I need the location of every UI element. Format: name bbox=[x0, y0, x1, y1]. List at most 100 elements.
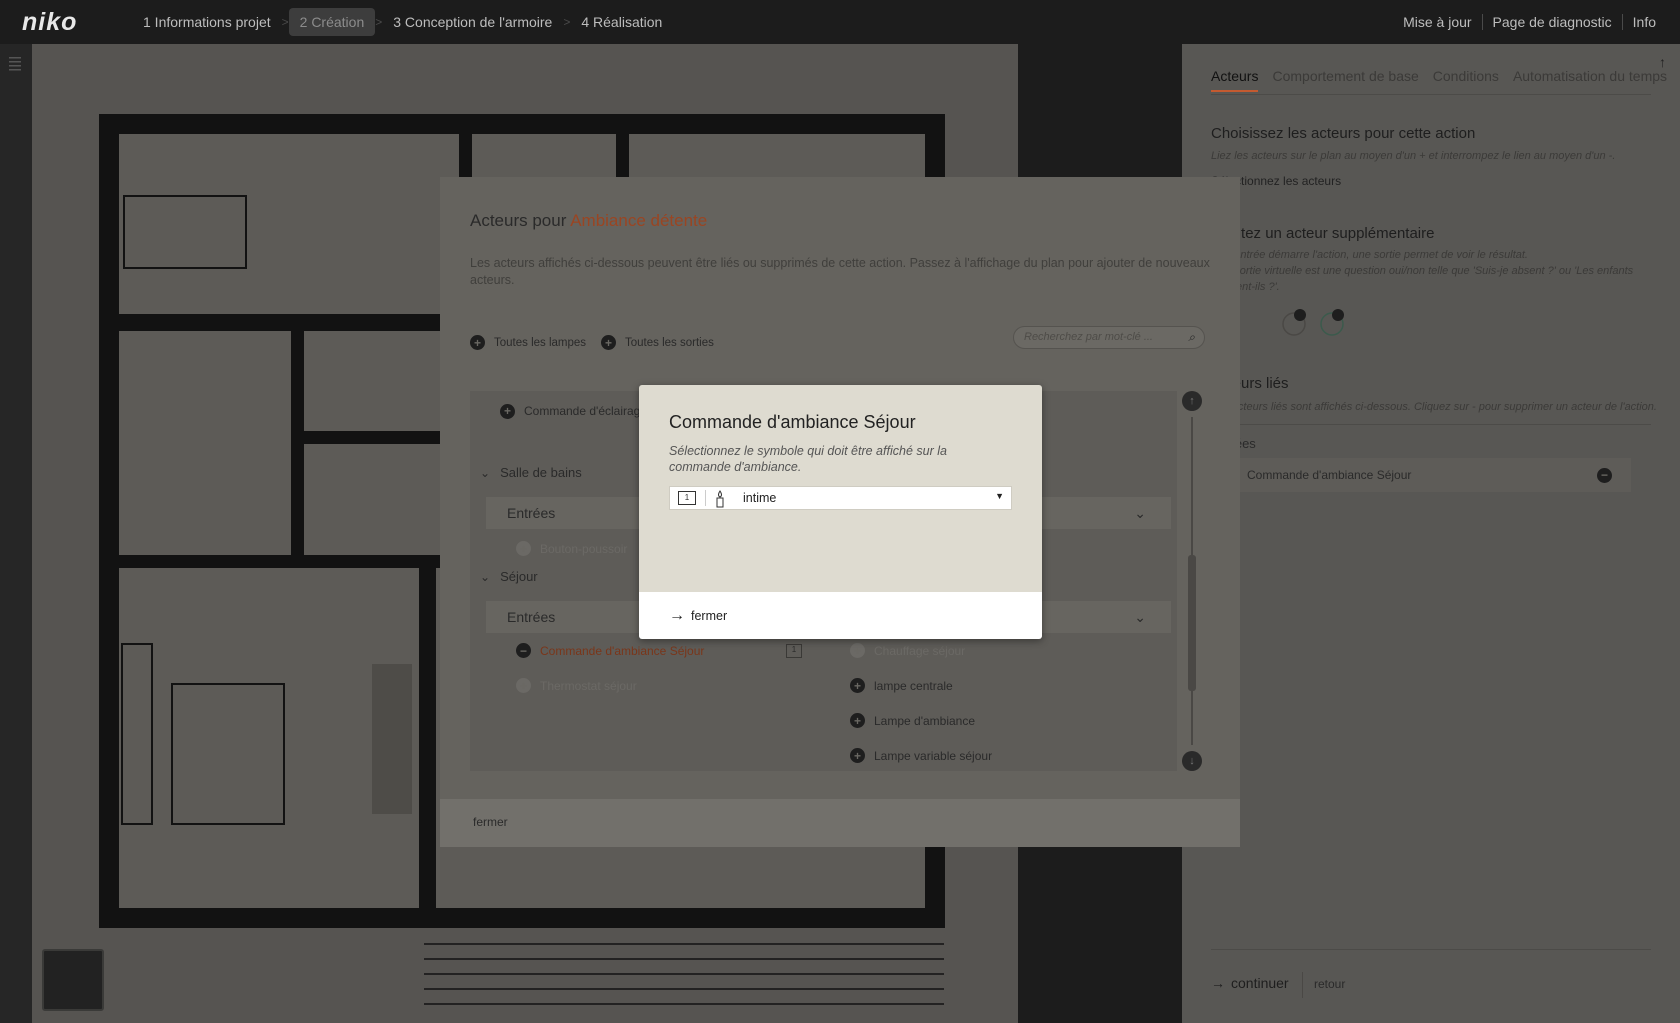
list-item: + Thermostat séjour bbox=[516, 678, 637, 693]
top-right-links: Mise à jour Page de diagnostic Info bbox=[1393, 0, 1666, 44]
modal-footer: fermer bbox=[440, 799, 1240, 847]
out-lamp-dim-label: Lampe variable séjour bbox=[874, 748, 993, 763]
plus-icon[interactable]: + bbox=[850, 713, 865, 728]
modal-title: Acteurs pour Ambiance détente bbox=[470, 211, 707, 231]
tab-basic-behaviour[interactable]: Comportement de base bbox=[1272, 68, 1418, 92]
chevron-down-icon: ⌄ bbox=[480, 569, 491, 584]
filter-all-lamps[interactable]: + Toutes les lampes bbox=[470, 335, 586, 350]
divider bbox=[1211, 424, 1651, 425]
room-living[interactable]: ⌄ Séjour bbox=[480, 569, 538, 584]
top-navigation-bar: niko 1 Informations projet > 2 Création … bbox=[0, 0, 1680, 44]
minus-icon[interactable]: − bbox=[516, 643, 531, 658]
out-heating-label: Chauffage séjour bbox=[874, 643, 966, 658]
plus-icon[interactable]: + bbox=[850, 678, 865, 693]
niko-logo: niko bbox=[22, 7, 78, 36]
dialog-subtitle: Sélectionnez le symbole qui doit être af… bbox=[669, 444, 947, 474]
linked-actors-subtitle: Les acteurs liés sont affichés ci-dessou… bbox=[1211, 401, 1657, 413]
chevron-right-icon: > bbox=[563, 15, 571, 29]
modal-title-action: Ambiance détente bbox=[570, 211, 708, 230]
chevron-down-icon: ⌄ bbox=[1134, 504, 1146, 521]
search-icon[interactable]: ⌕ bbox=[1188, 330, 1195, 345]
continue-label: continuer bbox=[1231, 975, 1289, 991]
list-scrollbar[interactable]: ↑ ↓ bbox=[1182, 391, 1202, 771]
scroll-thumb[interactable] bbox=[1188, 555, 1196, 691]
room-living-label: Séjour bbox=[500, 569, 538, 584]
update-link[interactable]: Mise à jour bbox=[1393, 14, 1481, 30]
arrow-right-icon: → bbox=[1211, 975, 1225, 991]
plus-icon: + bbox=[516, 678, 531, 693]
dialog-body: Commande d'ambiance Séjour Sélectionnez … bbox=[639, 385, 1042, 592]
add-actor-subtitle-1: Une entrée démarre l'action, une sortie … bbox=[1211, 249, 1528, 261]
remove-actor-icon[interactable]: − bbox=[1597, 467, 1612, 483]
ambiance-command-icon: 1 bbox=[786, 643, 802, 658]
plus-icon[interactable]: + bbox=[500, 403, 515, 419]
caret-down-icon[interactable]: ▼ bbox=[995, 491, 1004, 501]
chevron-right-icon: > bbox=[375, 15, 383, 29]
left-toolbar bbox=[0, 44, 32, 1023]
filter-all-lamps-label: Toutes les lampes bbox=[494, 336, 587, 349]
out-lamp-central-label: lampe centrale bbox=[874, 678, 953, 693]
plus-icon[interactable]: + bbox=[850, 748, 865, 763]
continue-button[interactable]: → continuer bbox=[1211, 975, 1289, 991]
filter-all-outputs[interactable]: + Toutes les sorties bbox=[601, 335, 714, 350]
plus-icon: + bbox=[470, 335, 485, 350]
list-item[interactable]: + lampe centrale bbox=[850, 678, 953, 693]
chevron-down-icon: ⌄ bbox=[480, 465, 491, 480]
plus-icon: + bbox=[601, 335, 616, 350]
living-command-label: Commande d'ambiance Séjour bbox=[540, 643, 705, 658]
diagnostic-link[interactable]: Page de diagnostic bbox=[1483, 14, 1622, 30]
divider bbox=[1302, 972, 1303, 998]
search-input[interactable]: Recherchez par mot-clé ... ⌕ bbox=[1013, 326, 1205, 349]
dialog-title: Commande d'ambiance Séjour bbox=[669, 412, 916, 432]
add-actor-icons[interactable] bbox=[1272, 304, 1352, 340]
dialog-close-button[interactable]: fermer bbox=[691, 609, 727, 623]
plus-icon: + bbox=[850, 643, 865, 658]
linked-actor-label: Commande d'ambiance Séjour bbox=[1247, 468, 1412, 482]
list-item[interactable]: + Lampe d'ambiance bbox=[850, 713, 975, 728]
add-actor-title: Ajoutez un acteur supplémentaire bbox=[1211, 225, 1435, 242]
wizard-steps: 1 Informations projet > 2 Création > 3 C… bbox=[132, 8, 673, 36]
choose-actors-subtitle: Liez les acteurs sur le plan au moyen d'… bbox=[1211, 150, 1616, 162]
info-link[interactable]: Info bbox=[1623, 14, 1666, 30]
bathroom-inputs-label: Entrées bbox=[507, 505, 556, 521]
chevron-down-icon: ⌄ bbox=[1134, 608, 1146, 625]
dialog-footer[interactable]: → fermer bbox=[639, 592, 1042, 639]
plus-icon: + bbox=[516, 541, 531, 556]
living-thermo-label: Thermostat séjour bbox=[540, 678, 637, 693]
add-actor-subtitle-2: Une sortie virtuelle est une question ou… bbox=[1211, 265, 1634, 293]
minimap-thumbnail[interactable] bbox=[42, 949, 104, 1011]
row-command-label: Commande d'éclairage bbox=[524, 404, 648, 418]
select-actors-link[interactable]: Sélectionnez les acteurs bbox=[1211, 173, 1651, 189]
chevron-right-icon: > bbox=[281, 15, 289, 29]
inputs-heading: Entrées bbox=[1211, 436, 1651, 452]
room-bathroom[interactable]: ⌄ Salle de bains bbox=[480, 465, 582, 480]
selected-symbol: intime bbox=[743, 491, 777, 505]
symbol-select[interactable]: 1 intime ▼ bbox=[669, 486, 1012, 510]
scroll-up-icon[interactable]: ↑ bbox=[1182, 391, 1202, 411]
ambiance-symbol-dialog: Commande d'ambiance Séjour Sélectionnez … bbox=[639, 385, 1042, 639]
tab-conditions[interactable]: Conditions bbox=[1433, 68, 1499, 92]
modal-title-prefix: Acteurs pour bbox=[470, 211, 567, 230]
candle-icon bbox=[716, 490, 724, 508]
list-item[interactable]: − Commande d'ambiance Séjour 1 bbox=[516, 643, 806, 658]
tab-time-automation[interactable]: Automatisation du temps bbox=[1513, 68, 1667, 92]
step-project-info[interactable]: 1 Informations projet bbox=[132, 8, 282, 36]
scroll-top-icon[interactable]: ↑ bbox=[1659, 54, 1666, 70]
list-item: + Chauffage séjour bbox=[850, 643, 965, 658]
scroll-down-icon[interactable]: ↓ bbox=[1182, 751, 1202, 771]
modal-close-button[interactable]: fermer bbox=[473, 815, 508, 829]
step-creation[interactable]: 2 Création bbox=[288, 8, 376, 36]
divider bbox=[1211, 949, 1651, 950]
search-placeholder: Recherchez par mot-clé ... bbox=[1024, 331, 1153, 343]
list-item[interactable]: + Lampe variable séjour bbox=[850, 748, 992, 763]
divider bbox=[1211, 94, 1651, 95]
arrow-right-icon: → bbox=[669, 606, 685, 624]
step-cabinet-design[interactable]: 3 Conception de l'armoire bbox=[382, 8, 563, 36]
bath-button-label: Bouton-poussoir bbox=[540, 541, 628, 556]
menu-icon[interactable] bbox=[0, 44, 32, 84]
back-button[interactable]: retour bbox=[1314, 977, 1345, 991]
tab-actors[interactable]: Acteurs bbox=[1211, 68, 1259, 92]
linked-actor-row: 1 Commande d'ambiance Séjour − bbox=[1211, 458, 1631, 492]
step-realisation[interactable]: 4 Réalisation bbox=[570, 8, 673, 36]
modal-description: Les acteurs affichés ci-dessous peuvent … bbox=[470, 256, 1210, 287]
